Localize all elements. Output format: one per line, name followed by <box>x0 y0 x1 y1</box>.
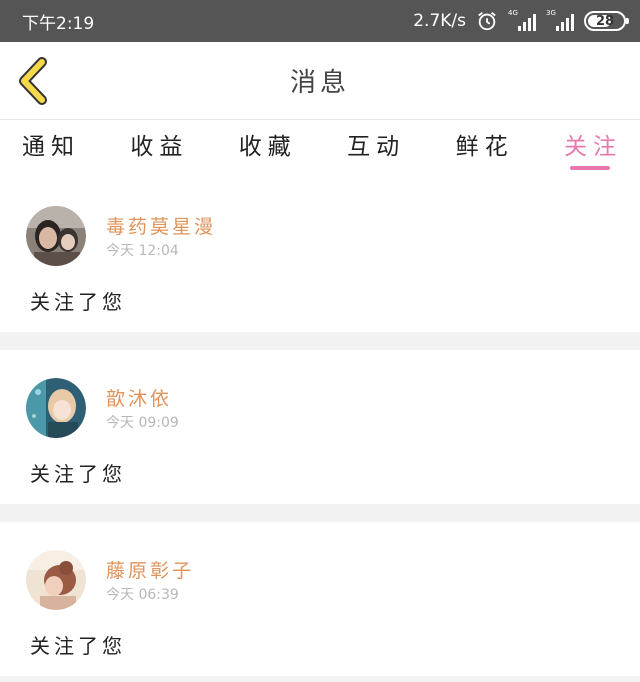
status-bar: 下午2:19 2.7K/s 4G 3G 28 <box>0 0 640 42</box>
list-item[interactable]: 歆沐依 今天 09:09 关注了您 <box>0 350 640 504</box>
battery-icon: 28 <box>584 11 629 31</box>
tab-interactions[interactable]: 互动 <box>347 120 405 178</box>
status-icons: 2.7K/s 4G 3G 28 <box>413 9 629 32</box>
message-text: 关注了您 <box>30 634 126 658</box>
username[interactable]: 毒药莫星漫 <box>106 212 216 239</box>
header-bar: 消息 <box>0 42 640 120</box>
status-time: 下午2:19 <box>22 13 95 34</box>
username[interactable]: 歆沐依 <box>106 384 172 411</box>
tab-flowers[interactable]: 鲜花 <box>456 120 514 178</box>
avatar[interactable] <box>26 550 86 610</box>
username[interactable]: 藤原彰子 <box>106 556 194 583</box>
avatar[interactable] <box>26 378 86 438</box>
tab-notifications[interactable]: 通知 <box>22 120 80 178</box>
message-text: 关注了您 <box>30 462 126 486</box>
message-time: 今天 09:09 <box>106 415 179 431</box>
signal-sim2-icon: 3G <box>546 9 574 31</box>
list-item[interactable]: 藤原彰子 今天 06:39 关注了您 <box>0 522 640 676</box>
message-time: 今天 06:39 <box>106 587 179 603</box>
battery-level: 28 <box>595 13 615 29</box>
tab-bar: 通知 收益 收藏 互动 鲜花 关注 <box>0 120 640 178</box>
net-speed: 2.7K/s <box>413 11 466 31</box>
page-title: 消息 <box>289 68 350 98</box>
tab-earnings[interactable]: 收益 <box>130 120 188 178</box>
back-arrow-icon[interactable] <box>14 56 54 106</box>
alarm-icon <box>478 12 496 31</box>
message-list: 毒药莫星漫 今天 12:04 关注了您 歆沐依 今天 09:09 关注了您 藤原… <box>0 178 640 682</box>
tab-favorites[interactable]: 收藏 <box>239 120 297 178</box>
message-text: 关注了您 <box>30 290 126 314</box>
signal-sim1-icon: 4G <box>508 9 536 31</box>
list-item[interactable]: 毒药莫星漫 今天 12:04 关注了您 <box>0 178 640 332</box>
avatar[interactable] <box>26 206 86 266</box>
tab-following[interactable]: 关注 <box>564 120 622 178</box>
message-time: 今天 12:04 <box>106 243 179 259</box>
